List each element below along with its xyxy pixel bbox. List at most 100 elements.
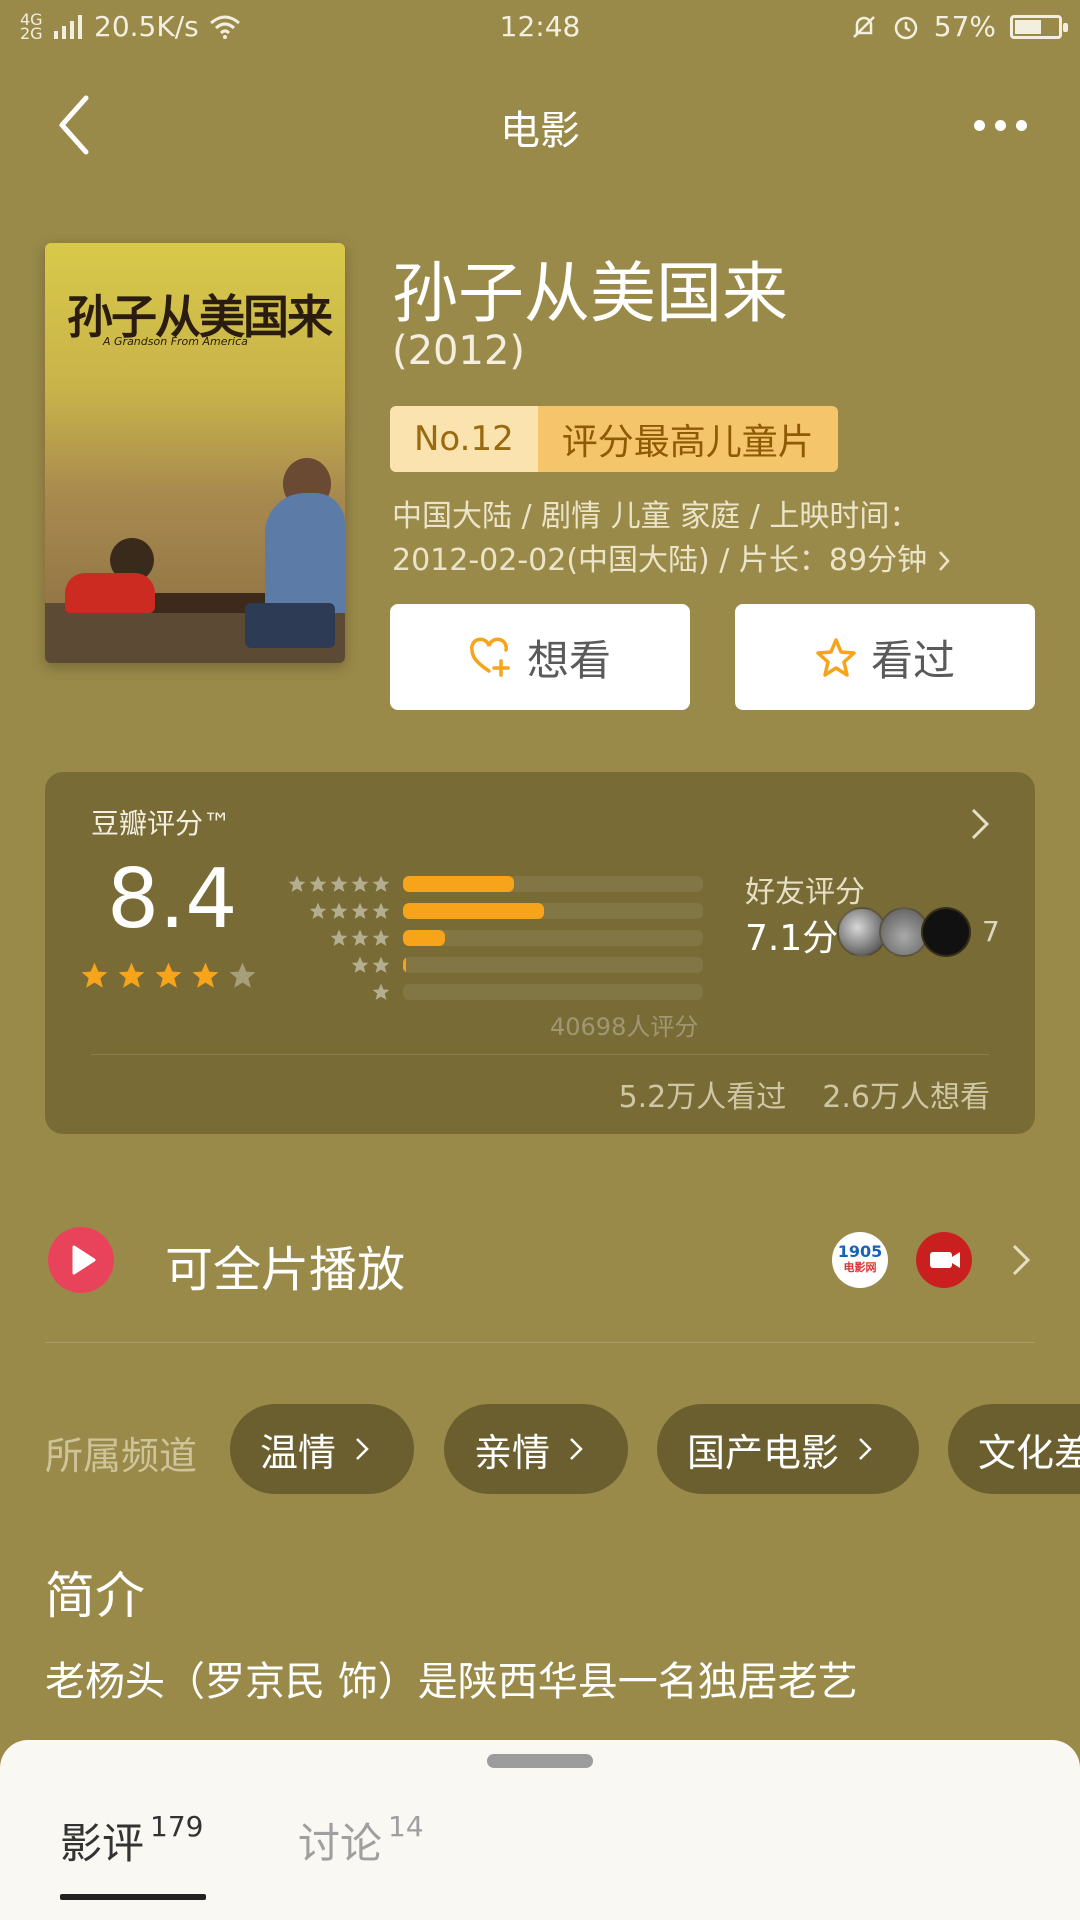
friend-rating-score: 7.1分	[745, 918, 839, 959]
histogram-bar-track	[403, 956, 703, 973]
rating-stars	[79, 960, 258, 991]
star-icon	[330, 875, 348, 892]
movie-year: (2012)	[392, 328, 526, 374]
friend-count: 7	[982, 915, 1000, 948]
chevron-right-icon[interactable]	[1010, 1242, 1032, 1278]
histogram-row	[281, 978, 703, 1005]
histogram-bar-fill	[403, 929, 445, 946]
histogram-stars	[281, 928, 391, 948]
drag-handle[interactable]	[487, 1754, 593, 1768]
tab-reviews[interactable]: 影评 179	[60, 1810, 203, 1871]
histogram-bar-track	[403, 902, 703, 919]
channel-chip[interactable]: 文化差	[948, 1404, 1080, 1494]
battery-percent: 57%	[933, 10, 996, 43]
movie-poster[interactable]: 孙子从美国来 A Grandson From America	[45, 243, 345, 663]
seen-label: 看过	[870, 635, 955, 685]
star-icon	[372, 983, 390, 1000]
intro-line-1: 老杨头（罗京民 饰）是陕西华县一名独居老艺	[45, 1659, 858, 1705]
star-icon	[309, 875, 327, 892]
chevron-right-icon	[570, 1438, 583, 1460]
battery-icon	[1010, 14, 1068, 39]
rating-histogram	[281, 870, 703, 1005]
play-icon[interactable]	[48, 1227, 114, 1293]
source-camera-icon[interactable]	[916, 1232, 972, 1288]
histogram-row	[281, 924, 703, 951]
reviews-sheet[interactable]: 影评 179 讨论 14	[0, 1740, 1080, 1920]
star-filled-icon	[81, 962, 108, 988]
status-bar: 4G 2G 20.5K/s 12:48 57%	[0, 0, 1080, 54]
meta-line-2: 2012-02-02(中国大陆) / 片长：89分钟	[392, 543, 928, 578]
tab-reviews-count: 179	[150, 1810, 204, 1843]
histogram-bar-track	[403, 929, 703, 946]
rank-label: 评分最高儿童片	[537, 406, 838, 472]
movie-meta[interactable]: 中国大陆 / 剧情 儿童 家庭 / 上映时间： 2012-02-02(中国大陆)…	[392, 495, 1052, 583]
rating-brand: 豆瓣评分™	[91, 807, 232, 840]
movie-title: 孙子从美国来	[392, 255, 788, 332]
histogram-bar-fill	[403, 956, 406, 973]
intro-title: 简介	[45, 1567, 145, 1625]
divider	[91, 1054, 989, 1055]
rating-card[interactable]: 豆瓣评分™ 8.4 40698人评分 好友评分 7.1分 7 5.2万人看过 2…	[45, 772, 1035, 1134]
histogram-bar-track	[403, 983, 703, 1000]
star-filled-icon	[192, 962, 219, 988]
histogram-stars	[281, 955, 391, 975]
tab-discussion[interactable]: 讨论 14	[298, 1810, 424, 1871]
star-icon	[351, 929, 369, 946]
tab-discussion-count: 14	[388, 1810, 424, 1843]
tab-indicator	[60, 1894, 206, 1900]
friend-rating-label: 好友评分	[745, 875, 865, 910]
star-icon	[372, 902, 390, 919]
watch-stats: 5.2万人看过 2.6万人想看	[619, 1072, 990, 1116]
star-icon	[372, 956, 390, 973]
histogram-bar-fill	[403, 902, 544, 919]
tab-discussion-label: 讨论	[298, 1819, 383, 1868]
rating-count: 40698人评分	[550, 1013, 699, 1041]
rating-score: 8.4	[107, 852, 238, 947]
histogram-stars	[281, 901, 391, 921]
more-icon[interactable]	[970, 100, 1030, 150]
chevron-right-icon	[939, 551, 950, 571]
want-count: 2.6万人想看	[822, 1080, 990, 1115]
histogram-bar-track	[403, 875, 703, 892]
histogram-row	[281, 897, 703, 924]
histogram-stars	[281, 982, 391, 1002]
channel-chip[interactable]: 国产电影	[657, 1404, 919, 1494]
star-icon	[288, 875, 306, 892]
star-filled-icon	[118, 962, 145, 988]
chevron-right-icon[interactable]	[965, 804, 995, 844]
star-filled-icon	[155, 962, 182, 988]
source-1905-icon[interactable]: 1905 电影网	[832, 1232, 888, 1288]
page-title: 电影	[500, 108, 580, 154]
tab-reviews-label: 影评	[60, 1819, 145, 1868]
histogram-bar-fill	[403, 875, 514, 892]
friend-avatars[interactable]	[837, 907, 971, 957]
avatar	[921, 907, 971, 957]
poster-subtitle: A Grandson From America	[103, 335, 248, 348]
source-1905-top: 1905	[837, 1242, 883, 1261]
star-icon	[351, 902, 369, 919]
channel-chip-label: 温情	[260, 1430, 337, 1475]
channel-chip[interactable]: 温情	[230, 1404, 414, 1494]
alarm-icon	[894, 16, 918, 39]
play-label[interactable]: 可全片播放	[165, 1230, 405, 1300]
meta-line-1: 中国大陆 / 剧情 儿童 家庭 / 上映时间：	[392, 499, 920, 534]
histogram-row	[281, 870, 703, 897]
want-button[interactable]: 想看	[390, 604, 690, 710]
rank-number: No.12	[390, 406, 538, 472]
star-icon	[309, 902, 327, 919]
channel-chip-label: 国产电影	[687, 1430, 840, 1475]
channel-chip-label: 文化差	[978, 1430, 1080, 1475]
channel-chip[interactable]: 亲情	[444, 1404, 628, 1494]
star-icon	[330, 929, 348, 946]
star-icon	[351, 956, 369, 973]
rank-badge[interactable]: No.12 评分最高儿童片	[390, 406, 838, 472]
status-right: 57%	[850, 10, 1068, 43]
seen-button[interactable]: 看过	[735, 604, 1035, 710]
channel-chip-label: 亲情	[474, 1430, 551, 1475]
channels-label: 所属频道	[45, 1434, 198, 1478]
star-outline-icon	[816, 638, 856, 677]
star-icon	[330, 902, 348, 919]
seen-count: 5.2万人看过	[618, 1080, 787, 1115]
star-icon	[372, 929, 390, 946]
histogram-stars	[281, 874, 391, 894]
